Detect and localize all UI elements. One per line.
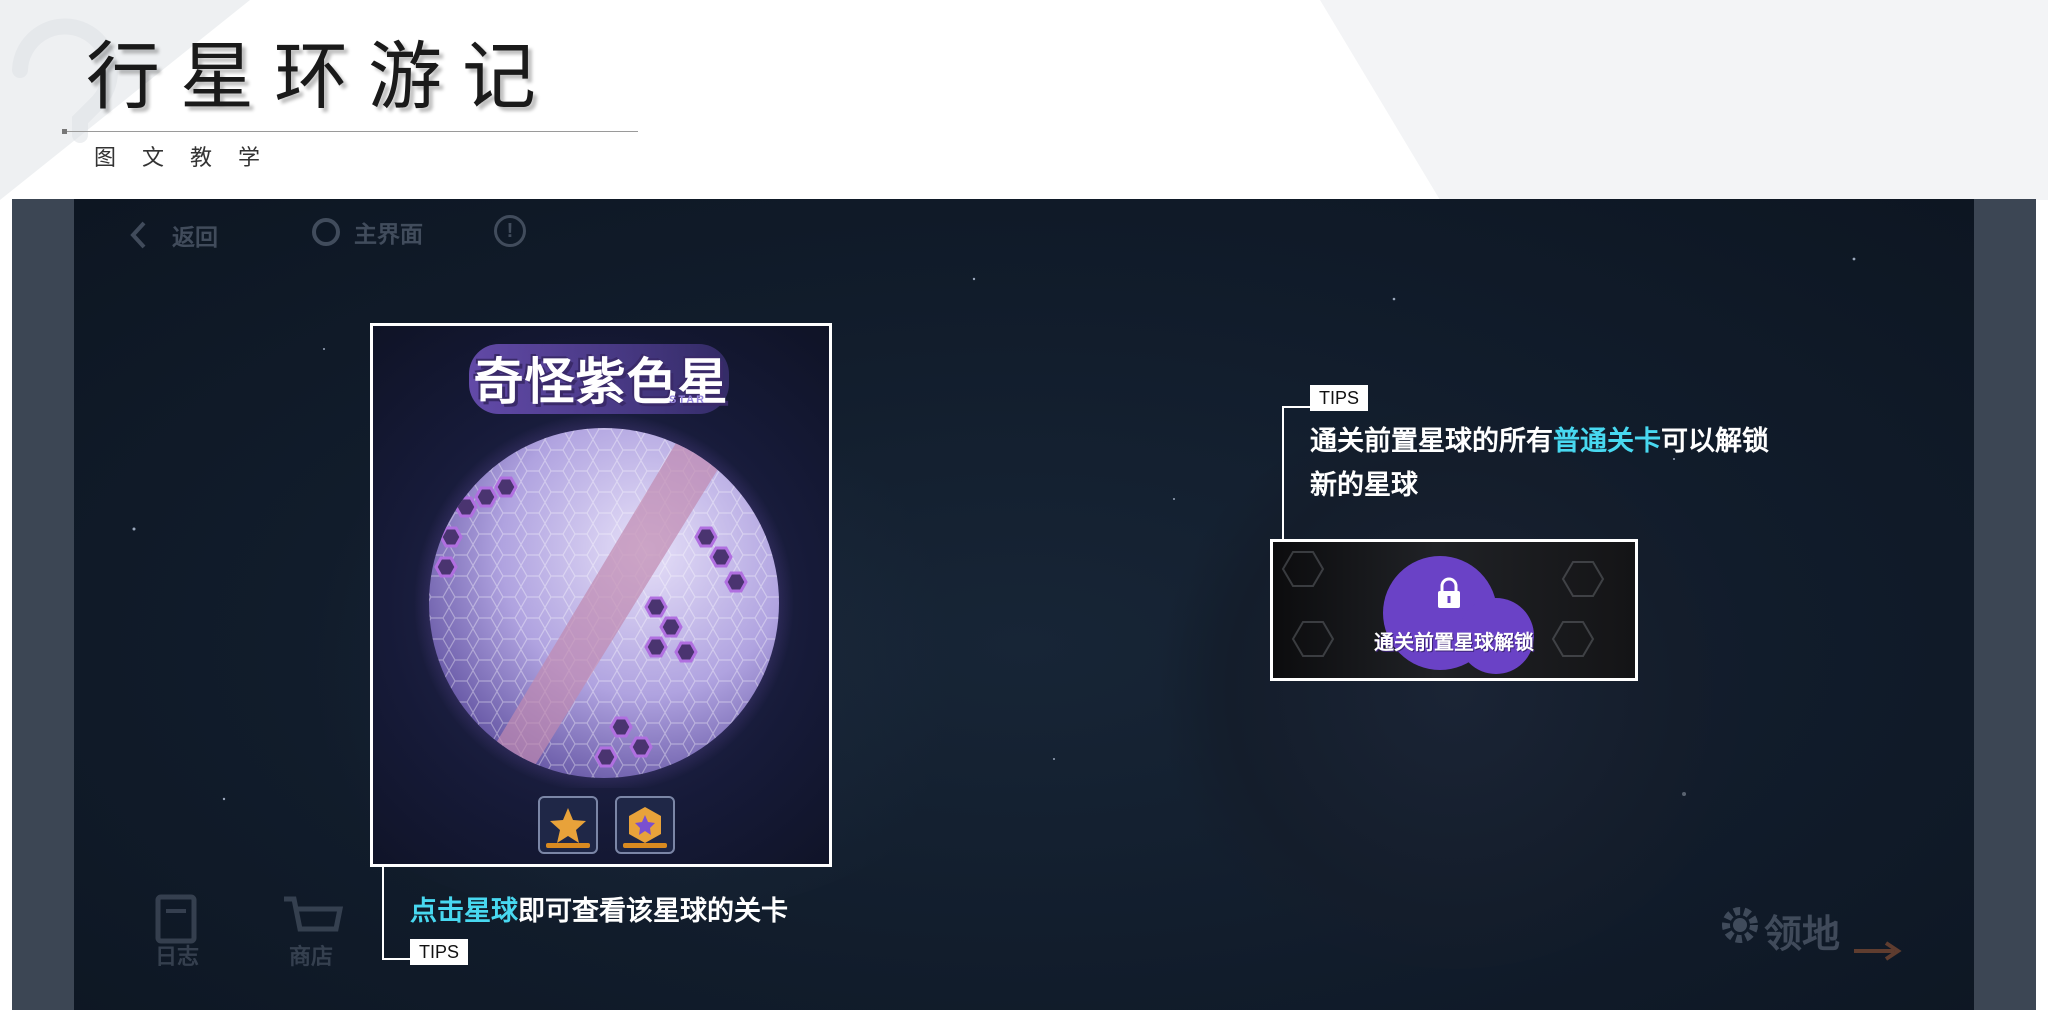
tip-left-text: 点击星球即可查看该星球的关卡	[410, 889, 788, 928]
planet-name: 奇怪紫色星	[473, 354, 729, 410]
tip-right-tag: TIPS	[1310, 385, 1369, 411]
back-label: 返回	[172, 224, 218, 250]
tip-left-highlight: 点击星球	[410, 896, 518, 926]
title-underline	[64, 131, 638, 132]
reward-badge-hex[interactable]	[615, 796, 675, 854]
hex-reward-icon	[629, 807, 661, 843]
slide-header: 行星环游记 图文教学	[0, 0, 2048, 200]
shop-label: 商店	[288, 944, 333, 969]
locked-planet-card[interactable]: 通关前置星球解锁	[1270, 539, 1638, 681]
planet-card-purple-star[interactable]: 奇怪紫色星 STAR	[370, 323, 832, 867]
tip-right-highlight: 普通关卡	[1553, 426, 1661, 456]
header-decor-right-fill	[1440, 0, 2048, 200]
tip-left-connector	[382, 867, 384, 959]
page-title: 行星环游记	[86, 34, 556, 120]
tip-left-tag: TIPS	[410, 939, 469, 965]
badge-strip	[623, 843, 667, 848]
diary-button[interactable]: 日志	[132, 891, 222, 971]
territory-button[interactable]: 领地	[1714, 899, 1914, 969]
tip-left-connector-h	[382, 958, 410, 960]
star-reward-icon	[550, 808, 586, 843]
back-button[interactable]: 返回	[118, 215, 218, 255]
home-button[interactable]: 主界面	[312, 215, 423, 249]
diary-label: 日志	[154, 944, 199, 969]
territory-label: 领地	[1764, 914, 1841, 956]
tip-right-part1: 通关前置星球的所有	[1310, 426, 1553, 456]
shop-button[interactable]: 商店	[266, 891, 356, 971]
home-circle-icon	[312, 218, 340, 246]
back-chevron-icon	[118, 215, 158, 255]
lock-icon	[1438, 577, 1460, 608]
game-screenshot: 返回 主界面 ! 奇怪紫色星 STAR 点击星球即可查看该星球的关卡 TIPS …	[12, 199, 2036, 1010]
title-underline-dot	[62, 129, 67, 134]
gear-icon	[1722, 907, 1758, 943]
reward-badge-star[interactable]	[538, 796, 598, 854]
planet-sphere[interactable]	[401, 408, 807, 788]
home-label: 主界面	[354, 221, 423, 247]
header-decor-right	[1320, 0, 1440, 200]
page-subtitle: 图文教学	[94, 145, 287, 170]
info-icon[interactable]: !	[494, 215, 526, 247]
tip-right-connector	[1282, 406, 1284, 540]
tip-right-connector-h	[1282, 406, 1310, 408]
game-viewport: 返回 主界面 ! 奇怪紫色星 STAR 点击星球即可查看该星球的关卡 TIPS …	[74, 199, 1974, 1010]
arrow-icon	[1854, 941, 1902, 961]
badge-strip	[546, 843, 590, 848]
planet-name-sub: STAR	[669, 394, 707, 406]
tip-right-text: 通关前置星球的所有普通关卡可以解锁新的星球	[1310, 419, 1770, 507]
lock-text: 通关前置星球解锁	[1374, 632, 1534, 654]
tip-left-rest: 即可查看该星球的关卡	[518, 896, 788, 926]
